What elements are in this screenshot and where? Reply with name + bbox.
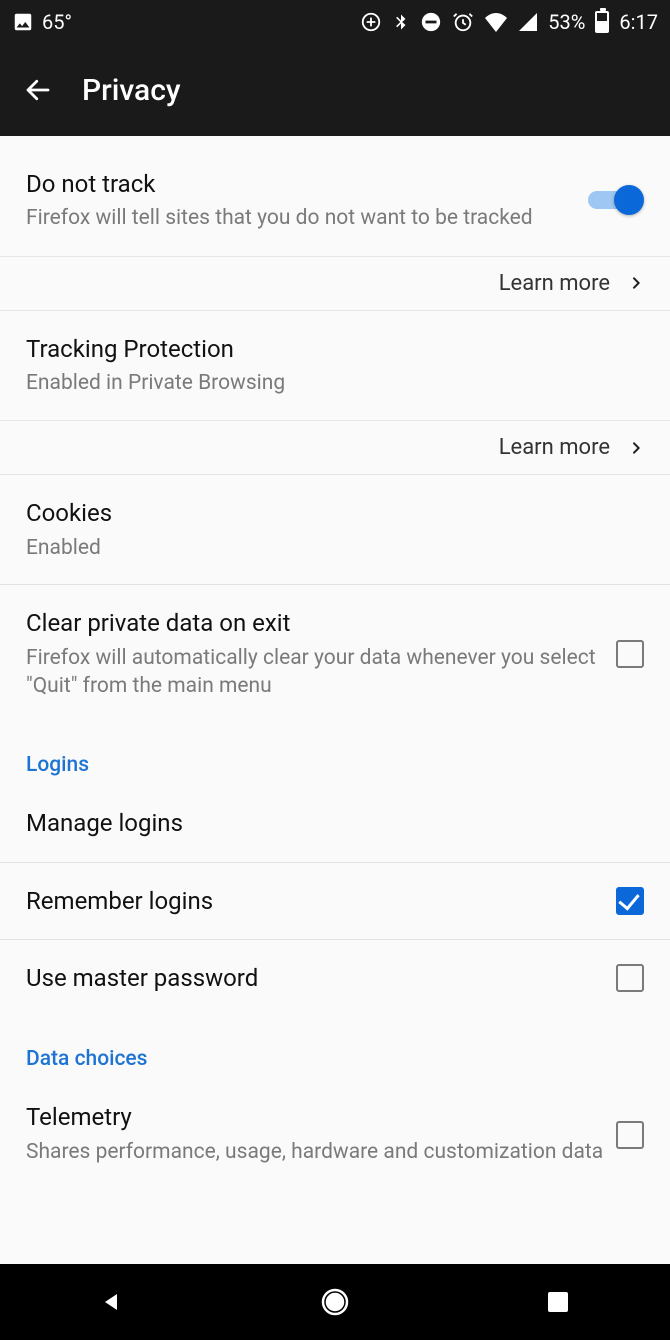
alarm-icon bbox=[452, 11, 474, 33]
setting-use-master-password[interactable]: Use master password bbox=[0, 940, 670, 1017]
navigation-bar bbox=[0, 1264, 670, 1340]
setting-title: Manage logins bbox=[26, 807, 644, 839]
status-bar: 65° 53% 6:17 bbox=[0, 0, 670, 44]
status-battery-pct: 53% bbox=[548, 10, 585, 34]
status-temperature: 65° bbox=[42, 10, 72, 34]
setting-tracking-protection[interactable]: Tracking Protection Enabled in Private B… bbox=[0, 311, 670, 421]
setting-title: Do not track bbox=[26, 168, 588, 200]
section-header-data-choices: Data choices bbox=[0, 1017, 670, 1079]
setting-clear-private-data-on-exit[interactable]: Clear private data on exit Firefox will … bbox=[0, 585, 670, 723]
update-icon bbox=[360, 11, 382, 33]
setting-subtitle: Enabled bbox=[26, 534, 644, 562]
setting-title: Cookies bbox=[26, 497, 644, 529]
nav-home-button[interactable] bbox=[315, 1282, 355, 1322]
battery-icon bbox=[595, 11, 609, 33]
learn-more-tracking-protection[interactable]: Learn more bbox=[0, 420, 670, 475]
clear-on-exit-checkbox[interactable] bbox=[616, 640, 644, 668]
telemetry-checkbox[interactable] bbox=[616, 1121, 644, 1149]
learn-more-label: Learn more bbox=[499, 435, 610, 460]
setting-do-not-track[interactable]: Do not track Firefox will tell sites tha… bbox=[0, 146, 670, 256]
setting-cookies[interactable]: Cookies Enabled bbox=[0, 475, 670, 585]
setting-title: Remember logins bbox=[26, 885, 616, 917]
setting-title: Telemetry bbox=[26, 1101, 616, 1133]
status-time: 6:17 bbox=[619, 10, 658, 34]
setting-subtitle: Firefox will tell sites that you do not … bbox=[26, 204, 588, 232]
image-icon bbox=[12, 11, 34, 33]
bluetooth-icon bbox=[392, 11, 410, 33]
learn-more-do-not-track[interactable]: Learn more bbox=[0, 256, 670, 311]
setting-subtitle: Firefox will automatically clear your da… bbox=[26, 644, 616, 701]
learn-more-label: Learn more bbox=[499, 271, 610, 296]
remember-logins-checkbox[interactable] bbox=[616, 887, 644, 915]
setting-remember-logins[interactable]: Remember logins bbox=[0, 863, 670, 940]
setting-title: Tracking Protection bbox=[26, 333, 644, 365]
do-not-track-toggle[interactable] bbox=[588, 185, 644, 215]
setting-telemetry[interactable]: Telemetry Shares performance, usage, har… bbox=[0, 1079, 670, 1168]
app-bar: Privacy bbox=[0, 44, 670, 136]
setting-subtitle: Shares performance, usage, hardware and … bbox=[26, 1138, 616, 1168]
setting-title: Use master password bbox=[26, 962, 616, 994]
wifi-icon bbox=[484, 12, 508, 32]
back-button[interactable] bbox=[22, 74, 54, 106]
cell-signal-icon bbox=[518, 12, 538, 32]
do-not-disturb-icon bbox=[420, 11, 442, 33]
chevron-right-icon bbox=[628, 436, 644, 460]
chevron-right-icon bbox=[628, 271, 644, 295]
master-password-checkbox[interactable] bbox=[616, 964, 644, 992]
setting-manage-logins[interactable]: Manage logins bbox=[0, 785, 670, 862]
settings-list: Do not track Firefox will tell sites tha… bbox=[0, 136, 670, 1264]
section-header-logins: Logins bbox=[0, 723, 670, 785]
nav-recents-button[interactable] bbox=[538, 1282, 578, 1322]
setting-subtitle: Enabled in Private Browsing bbox=[26, 369, 644, 397]
setting-title: Clear private data on exit bbox=[26, 607, 616, 639]
nav-back-button[interactable] bbox=[92, 1282, 132, 1322]
page-title: Privacy bbox=[82, 73, 181, 108]
